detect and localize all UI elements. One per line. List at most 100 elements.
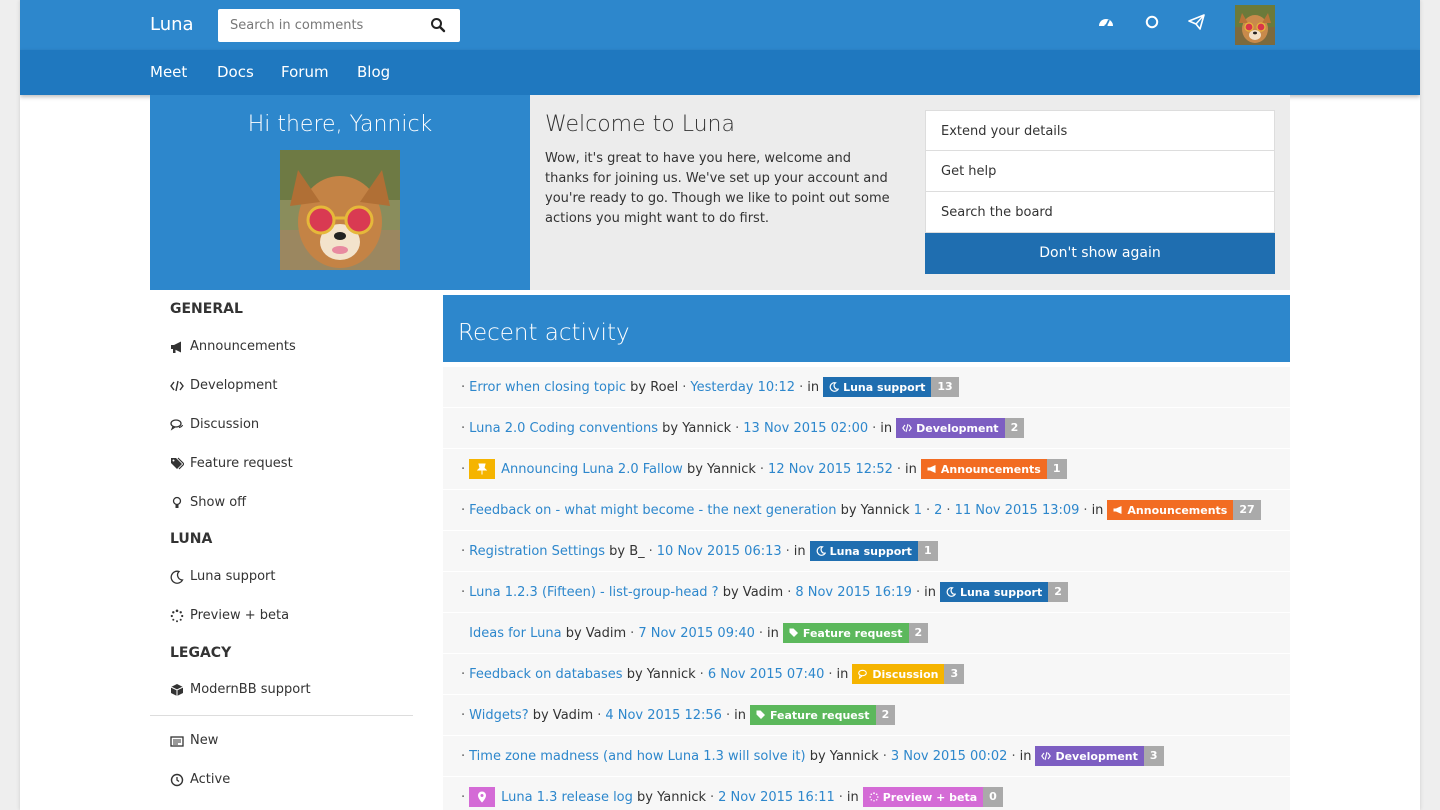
nav-forum[interactable]: Forum (281, 63, 329, 81)
action-search-board[interactable]: Search the board (925, 192, 1275, 233)
spinner-icon (170, 609, 184, 622)
sidebar-item-discussion[interactable]: Discussion (170, 417, 259, 432)
topic-link[interactable]: Feedback on - what might become - the ne… (469, 503, 836, 518)
category-badge[interactable]: Preview + beta (862, 787, 984, 807)
moon-icon (816, 546, 826, 556)
sidebar-item-announcements[interactable]: Announcements (170, 339, 296, 354)
dont-show-again-button[interactable]: Don't show again (925, 233, 1275, 274)
post-time-link[interactable]: 8 Nov 2015 16:19 (795, 585, 912, 600)
topic-link[interactable]: Error when closing topic (469, 380, 626, 395)
brand-link[interactable]: Luna (150, 14, 194, 35)
recent-activity-header: Recent activity (443, 295, 1290, 362)
dashboard-button[interactable] (1098, 14, 1114, 34)
inbox-button[interactable] (1188, 14, 1205, 34)
avatar (280, 150, 400, 270)
topic-link[interactable]: Time zone madness (and how Luna 1.3 will… (469, 749, 805, 764)
sidebar-item-label: Development (190, 378, 278, 393)
paper-plane-icon (1188, 14, 1205, 30)
action-get-help[interactable]: Get help (925, 151, 1275, 192)
sidebar-item-preview-beta[interactable]: Preview + beta (170, 608, 289, 623)
nav-meet[interactable]: Meet (150, 63, 187, 81)
reply-count: 2 (1048, 582, 1068, 602)
section-legacy: LEGACY (170, 645, 232, 661)
comments-icon (858, 669, 868, 679)
post-time-link[interactable]: 6 Nov 2015 07:40 (708, 667, 825, 682)
bullhorn-icon (1113, 506, 1122, 514)
nav-docs[interactable]: Docs (217, 63, 254, 81)
category-badge[interactable]: Feature request (749, 705, 876, 725)
sidebar-item-label: ModernBB support (190, 682, 311, 697)
code-icon (1041, 751, 1052, 761)
sidebar-item-active[interactable]: Active (170, 772, 230, 787)
category-badge[interactable]: Announcements (920, 459, 1047, 479)
sidebar-item-show-off[interactable]: Show off (170, 495, 246, 510)
topic-link[interactable]: Feedback on databases (469, 667, 622, 682)
post-time-link[interactable]: 2 Nov 2015 16:11 (718, 790, 835, 805)
sidebar-divider (150, 715, 413, 716)
post-time-link[interactable]: Yesterday 10:12 (690, 380, 795, 395)
code-icon (170, 380, 184, 391)
category-badge[interactable]: Announcements (1107, 500, 1234, 520)
list-item: · Error when closing topic by Roel · Yeste… (443, 367, 1290, 408)
topic-link[interactable]: Luna 2.0 Coding conventions (469, 421, 658, 436)
tags-icon (171, 457, 184, 469)
post-time-link[interactable]: 13 Nov 2015 02:00 (743, 421, 868, 436)
greeting: Hi there, Yannick (247, 112, 433, 137)
reply-count: 13 (931, 377, 959, 397)
sidebar-item-luna-support[interactable]: Luna support (170, 569, 276, 584)
post-time-link[interactable]: 3 Nov 2015 00:02 (891, 749, 1008, 764)
post-time-link[interactable]: 4 Nov 2015 12:56 (605, 708, 722, 723)
main-nav: Meet Docs Forum Blog (20, 50, 1420, 95)
topic-link[interactable]: Luna 1.3 release log (501, 790, 633, 805)
notifications-button[interactable] (1144, 14, 1160, 34)
sidebar-item-feature-request[interactable]: Feature request (170, 456, 293, 471)
dashboard-icon (1099, 19, 1113, 28)
avatar (1235, 5, 1275, 45)
profile-panel: Hi there, Yannick (150, 95, 530, 290)
list-item: · Time zone madness (and how Luna 1.3 wi… (443, 736, 1290, 777)
category-badge[interactable]: Discussion (852, 664, 945, 684)
search-input[interactable] (218, 9, 428, 42)
welcome-text: Wow, it's great to have you here, welcom… (545, 151, 890, 226)
sidebar-item-label: Discussion (190, 417, 260, 432)
topic-link[interactable]: Registration Settings (469, 544, 605, 559)
search-box (218, 9, 460, 42)
list-item: · Luna 1.2.3 (Fifteen) - list-group-head… (443, 572, 1290, 613)
reply-count: 1 (917, 541, 938, 561)
reply-count: 0 (983, 787, 1003, 807)
topic-link[interactable]: Luna 1.2.3 (Fifteen) - list-group-head ? (469, 585, 718, 600)
user-avatar-button[interactable] (1235, 5, 1275, 45)
clock-icon (170, 773, 184, 786)
profile-avatar[interactable] (280, 150, 400, 270)
category-badge[interactable]: Luna support (823, 377, 932, 397)
category-badge[interactable]: Luna support (939, 582, 1049, 602)
category-badge[interactable]: Feature request (782, 623, 909, 643)
recent-activity-title: Recent activity (458, 320, 630, 346)
category-badge[interactable]: Luna support (809, 541, 918, 561)
list-item: · Luna 1.3 release log by Yannick · 2 Nov … (443, 777, 1290, 810)
lightbulb-icon (172, 496, 182, 508)
topic-link[interactable]: Widgets? (469, 708, 528, 723)
top-bar: Luna (20, 0, 1420, 50)
sidebar-item-new[interactable]: New (170, 733, 218, 748)
list-item: · Feedback on databases by Yannick · 6 Nov… (443, 654, 1290, 695)
sidebar-item-modernbb-support[interactable]: ModernBB support (170, 682, 311, 697)
nav-blog[interactable]: Blog (357, 63, 390, 81)
post-time-link[interactable]: 12 Nov 2015 12:52 (768, 462, 893, 477)
topic-link[interactable]: Announcing Luna 2.0 Fallow (501, 462, 683, 477)
sidebar-item-development[interactable]: Development (170, 378, 278, 393)
page-link[interactable]: 2 (934, 503, 942, 518)
post-time-link[interactable]: 11 Nov 2015 13:09 (955, 503, 1080, 518)
sidebar-item-label: Preview + beta (190, 608, 290, 623)
topic-link[interactable]: Ideas for Luna (469, 626, 561, 641)
moon-icon (946, 587, 956, 597)
post-time-link[interactable]: 7 Nov 2015 09:40 (638, 626, 755, 641)
post-time-link[interactable]: 10 Nov 2015 06:13 (657, 544, 782, 559)
list-item: · Luna 2.0 Coding conventions by Yannick… (443, 408, 1290, 449)
page-link[interactable]: 1 (914, 503, 922, 518)
action-extend-details[interactable]: Extend your details (925, 110, 1275, 151)
category-badge[interactable]: Development (1035, 746, 1144, 766)
pinned-marker (469, 459, 496, 479)
search-button[interactable] (430, 17, 448, 35)
category-badge[interactable]: Development (896, 418, 1005, 438)
